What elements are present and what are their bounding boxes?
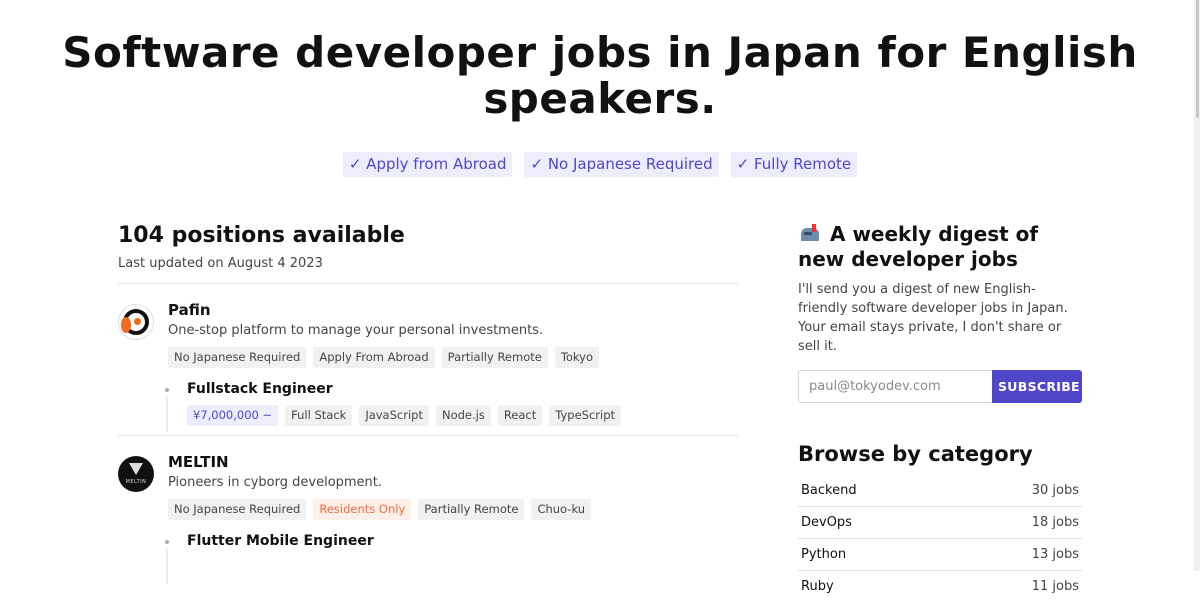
category-count: 13 jobs [1031, 547, 1079, 562]
tag-partially-remote[interactable]: Partially Remote [418, 499, 525, 520]
skill-tag[interactable]: JavaScript [359, 405, 429, 426]
last-updated: Last updated on August 4 2023 [118, 256, 323, 271]
company-description: Pioneers in cyborg development. [168, 475, 383, 490]
salary-tag: ¥7,000,000 ~ [187, 405, 279, 426]
category-count: 18 jobs [1031, 515, 1079, 530]
pill-fully-remote[interactable]: ✓ Fully Remote [730, 152, 858, 177]
company-name[interactable]: MELTIN [168, 452, 738, 472]
tag-apply-from-abroad[interactable]: Apply From Abroad [313, 347, 435, 368]
category-name[interactable]: Backend [801, 475, 857, 506]
company-card-meltin: MELTIN MELTIN Pioneers in cyborg develop… [118, 436, 738, 588]
company-tags: No Japanese Required Apply From Abroad P… [168, 347, 738, 368]
company-name[interactable]: Pafin [168, 300, 738, 320]
subscribe-button[interactable]: SUBSCRIBE [992, 370, 1082, 403]
job-item: Fullstack Engineer ¥7,000,000 ~ Full Sta… [165, 380, 738, 432]
company-description: One-stop platform to manage your persona… [168, 323, 544, 338]
category-row-ruby[interactable]: Ruby 11 jobs [798, 571, 1082, 602]
category-row-backend[interactable]: Backend 30 jobs [798, 475, 1082, 507]
sidebar: A weekly digest of new developer jobs I'… [798, 222, 1082, 602]
positions-count: 104 positions available [118, 223, 405, 248]
tag-location[interactable]: Tokyo [554, 347, 600, 368]
tag-no-japanese-required[interactable]: No Japanese Required [168, 347, 307, 368]
category-row-python[interactable]: Python 13 jobs [798, 539, 1082, 571]
job-title[interactable]: Fullstack Engineer [187, 380, 738, 399]
category-name[interactable]: Python [801, 539, 846, 570]
category-count: 11 jobs [1031, 579, 1079, 594]
job-listing: 104 positions available Last updated on … [118, 222, 738, 588]
job-title[interactable]: Flutter Mobile Engineer [187, 532, 738, 551]
job-tags: ¥7,000,000 ~ Full Stack JavaScript Node.… [187, 405, 738, 426]
hero-title: Software developer jobs in Japan for Eng… [62, 28, 1138, 123]
pill-no-japanese-required[interactable]: ✓ No Japanese Required [524, 152, 719, 177]
category-row-devops[interactable]: DevOps 18 jobs [798, 507, 1082, 539]
digest-title: A weekly digest of new developer jobs [798, 222, 1082, 272]
category-list: Backend 30 jobs DevOps 18 jobs Python 13… [798, 475, 1082, 602]
category-name[interactable]: DevOps [801, 507, 852, 538]
skill-tag[interactable]: Node.js [435, 405, 491, 426]
hero-filter-pills: ✓ Apply from Abroad ✓ No Japanese Requir… [0, 152, 1200, 177]
skill-tag[interactable]: Full Stack [285, 405, 353, 426]
category-name[interactable]: Ruby [801, 571, 834, 602]
email-input[interactable] [798, 370, 992, 403]
skill-tag[interactable]: React [497, 405, 543, 426]
subscribe-form: SUBSCRIBE [798, 370, 1082, 403]
category-count: 30 jobs [1031, 483, 1079, 498]
meltin-logo[interactable]: MELTIN [118, 456, 154, 492]
mailbox-icon [798, 224, 822, 242]
tag-partially-remote[interactable]: Partially Remote [441, 347, 548, 368]
tag-no-japanese-required[interactable]: No Japanese Required [168, 499, 307, 520]
skill-tag[interactable]: TypeScript [549, 405, 622, 426]
pafin-logo[interactable] [118, 304, 154, 340]
pill-apply-from-abroad[interactable]: ✓ Apply from Abroad [342, 152, 513, 177]
job-item: Flutter Mobile Engineer [165, 532, 738, 584]
tag-location[interactable]: Chuo-ku [531, 499, 592, 520]
digest-description: I'll send you a digest of new English-fr… [798, 282, 1068, 354]
browse-category-title: Browse by category [798, 442, 1033, 466]
divider [118, 283, 738, 284]
digest-title-text: A weekly digest of new developer jobs [798, 222, 1039, 271]
company-card-pafin: Pafin One-stop platform to manage your p… [118, 300, 738, 436]
company-tags: No Japanese Required Residents Only Part… [168, 499, 738, 520]
tag-residents-only[interactable]: Residents Only [313, 499, 412, 520]
